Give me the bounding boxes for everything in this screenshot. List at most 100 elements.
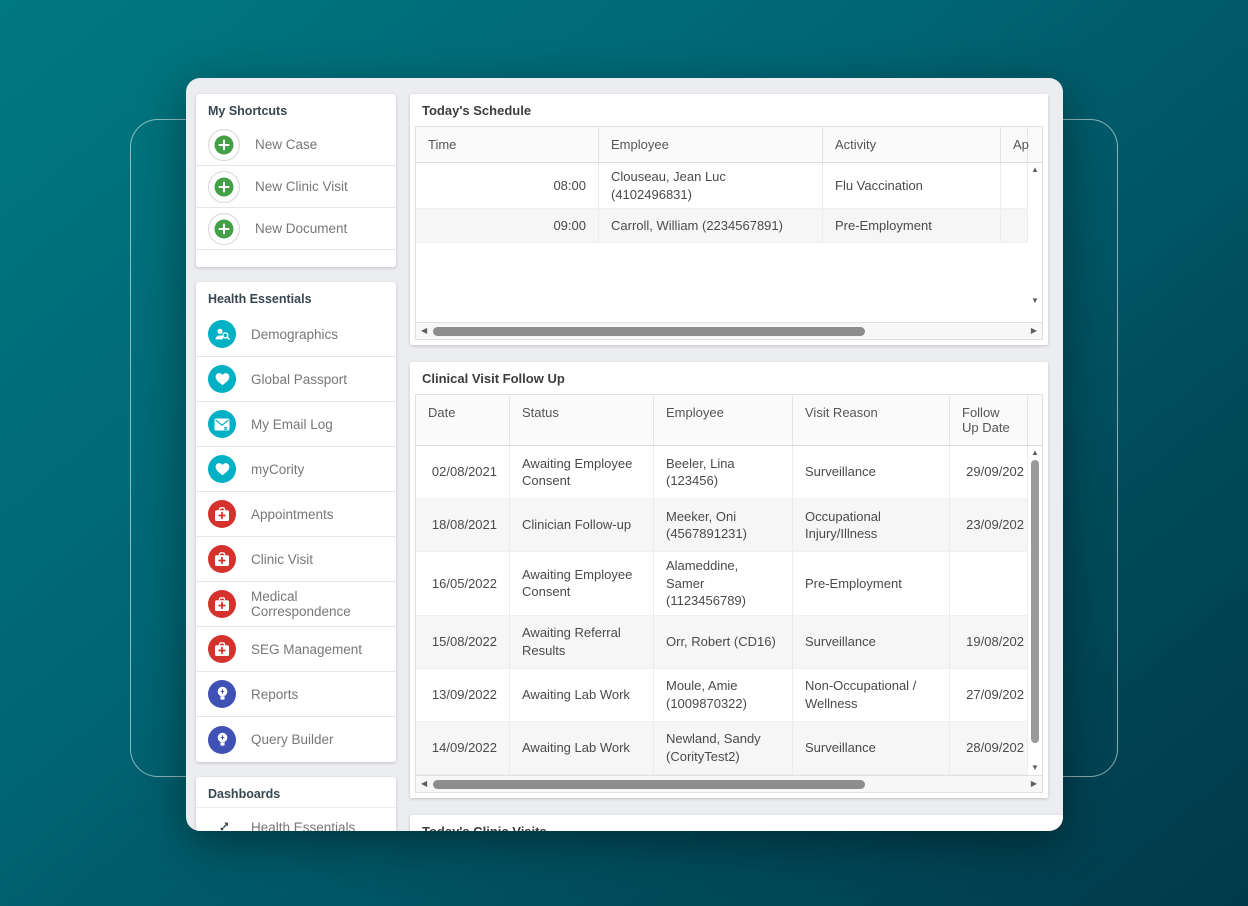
scrollbar-thumb[interactable] [433, 327, 865, 337]
sidebar-item-medical-correspondence[interactable]: Medical Correspondence [196, 582, 396, 627]
scroll-down-icon[interactable]: ▼ [1031, 297, 1039, 305]
empty-table-area [416, 243, 1028, 323]
table-cell: 19/08/202 [950, 615, 1028, 668]
table-cell: Orr, Robert (CD16) [654, 615, 793, 668]
sidebar-item-new-case[interactable]: New Case [196, 124, 396, 166]
dashboards-section-title: Dashboards [208, 787, 281, 801]
sidebar-item-label: Query Builder [251, 732, 334, 747]
vertical-scrollbar[interactable]: ▲ ▼ [1028, 446, 1042, 775]
scrollbar-thumb[interactable] [433, 779, 865, 789]
shortcuts-card-footer [196, 250, 396, 267]
table-cell [950, 552, 1028, 615]
medical-bag-icon [208, 635, 236, 663]
table-cell: Moule, Amie (1009870322) [654, 668, 793, 721]
sidebar-item-appointments[interactable]: Appointments [196, 492, 396, 537]
sidebar-item-query-builder[interactable]: Query Builder [196, 717, 396, 762]
sidebar-item-new-document[interactable]: New Document [196, 208, 396, 250]
shortcuts-card: My Shortcuts New Case New Clinic Visit N… [196, 94, 396, 267]
lightbulb-icon [208, 725, 236, 754]
medical-bag-icon [208, 545, 236, 573]
sidebar-item-label: New Case [255, 137, 318, 152]
table-cell [1001, 209, 1028, 243]
column-header[interactable]: Employee [599, 127, 823, 162]
column-header[interactable]: Employee [654, 395, 793, 446]
scroll-left-icon[interactable]: ◀ [421, 779, 427, 788]
table-row[interactable]: 08:00 Clouseau, Jean Luc (4102496831) Flu … [416, 163, 1028, 210]
scroll-up-icon[interactable]: ▲ [1031, 449, 1039, 457]
scroll-left-icon[interactable]: ◀ [421, 327, 427, 335]
column-header[interactable]: Status [510, 395, 654, 446]
table-cell: 15/08/2022 [416, 615, 510, 668]
sidebar: My Shortcuts New Case New Clinic Visit N… [196, 94, 396, 831]
sidebar-item-demographics[interactable]: Demographics [196, 312, 396, 357]
column-header[interactable]: Date [416, 395, 510, 446]
column-header[interactable]: Ap [1001, 127, 1029, 162]
sidebar-item-clinic-visit[interactable]: Clinic Visit [196, 537, 396, 582]
table-row[interactable]: 09:00 Carroll, William (2234567891) Pre-Em… [416, 209, 1028, 244]
table-cell: Pre-Employment [823, 209, 1001, 243]
sidebar-item-label: myCority [251, 461, 305, 477]
scroll-down-icon[interactable]: ▼ [1031, 763, 1039, 772]
table-cell: 28/09/202 [950, 721, 1028, 774]
column-header[interactable]: Visit Reason [793, 395, 950, 446]
table-cell: Awaiting Employee Consent [510, 552, 654, 615]
vertical-scrollbar[interactable]: ▲ ▼ [1028, 163, 1042, 308]
column-header[interactable]: Time [416, 127, 599, 162]
sidebar-item-label: Demographics [251, 326, 339, 342]
table-cell: Awaiting Lab Work [510, 721, 654, 774]
sidebar-item-mycority[interactable]: myCority [196, 447, 396, 492]
table-cell: Beeler, Lina (123456) [654, 446, 793, 499]
scroll-right-icon[interactable]: ▶ [1031, 779, 1037, 788]
sidebar-item-new-clinic-visit[interactable]: New Clinic Visit [196, 166, 396, 208]
horizontal-scrollbar[interactable]: ◀ ▶ [416, 322, 1042, 340]
panel-title: Today's Clinic Visits [415, 815, 1058, 831]
table-row[interactable]: 02/08/2021 Awaiting Employee Consent Beele… [416, 446, 1028, 500]
main-content: Today's Schedule Time Employee Activity Ap … [410, 94, 1063, 831]
table-cell: 02/08/2021 [416, 446, 510, 499]
table-cell: Newland, Sandy (CorityTest2) [654, 721, 793, 774]
table-header-row: Date Status Employee Visit Reason Follow Up … [416, 395, 1042, 447]
column-header[interactable]: Activity [823, 127, 1001, 162]
scrollbar-thumb[interactable] [1031, 460, 1039, 744]
horizontal-scrollbar[interactable]: ◀ ▶ [416, 774, 1042, 792]
table-cell: Carroll, William (2234567891) [599, 209, 823, 243]
table-cell: Flu Vaccination [823, 163, 1001, 209]
table-cell: Surveillance [793, 615, 950, 668]
clinical-visit-follow-up-table: Date Status Employee Visit Reason Follow Up … [415, 394, 1043, 793]
table-cell: 23/09/202 [950, 499, 1028, 552]
clinical-visit-follow-up-panel: Clinical Visit Follow Up Date Status Emplo… [410, 362, 1048, 798]
table-cell: Alameddine, Samer (1123456789) [654, 552, 793, 615]
shortcuts-section-title: My Shortcuts [208, 104, 288, 118]
sidebar-item-global-passport[interactable]: Global Passport [196, 357, 396, 402]
table-cell: Awaiting Employee Consent [510, 446, 654, 499]
sidebar-item-seg-management[interactable]: SEG Management [196, 627, 396, 672]
sidebar-item-label: Medical Correspondence [251, 589, 351, 619]
heart-icon [208, 365, 236, 393]
sidebar-item-label: New Document [255, 221, 348, 236]
table-cell: 08:00 [416, 163, 599, 209]
table-body: 02/08/2021 Awaiting Employee Consent Beele… [416, 446, 1028, 775]
table-row[interactable]: 13/09/2022 Awaiting Lab Work Moule, Amie (… [416, 668, 1028, 722]
sidebar-item-label: My Email Log [251, 416, 333, 432]
health-essentials-card: Health Essentials Demographics Global Pa… [196, 282, 396, 762]
sidebar-item-label: Reports [251, 686, 299, 702]
table-cell: Surveillance [793, 721, 950, 774]
table-cell: 14/09/2022 [416, 721, 510, 774]
envelope-icon [208, 410, 236, 438]
table-row[interactable]: 16/05/2022 Awaiting Employee Consent Alame… [416, 552, 1028, 616]
table-row[interactable]: 18/08/2021 Clinician Follow-up Meeker, Oni… [416, 499, 1028, 553]
table-row[interactable]: 14/09/2022 Awaiting Lab Work Newland, Sand… [416, 721, 1028, 775]
sidebar-item-my-email-log[interactable]: My Email Log [196, 402, 396, 447]
table-cell: 18/08/2021 [416, 499, 510, 552]
table-cell: 29/09/202 [950, 446, 1028, 499]
table-row[interactable]: 15/08/2022 Awaiting Referral Results Orr, … [416, 615, 1028, 669]
sidebar-item-reports[interactable]: Reports [196, 672, 396, 717]
sidebar-item-label: Global Passport [251, 371, 348, 387]
sidebar-item-dashboard-health-essentials[interactable]: Health Essentials [196, 807, 396, 831]
column-header[interactable]: Follow Up Date [950, 395, 1028, 446]
scroll-right-icon[interactable]: ▶ [1031, 327, 1037, 335]
todays-schedule-panel: Today's Schedule Time Employee Activity Ap … [410, 94, 1048, 346]
todays-clinic-visits-panel: Today's Clinic Visits TimeEmployeeVisit … [410, 814, 1063, 831]
table-cell: Meeker, Oni (4567891231) [654, 499, 793, 552]
scroll-up-icon[interactable]: ▲ [1031, 166, 1039, 174]
